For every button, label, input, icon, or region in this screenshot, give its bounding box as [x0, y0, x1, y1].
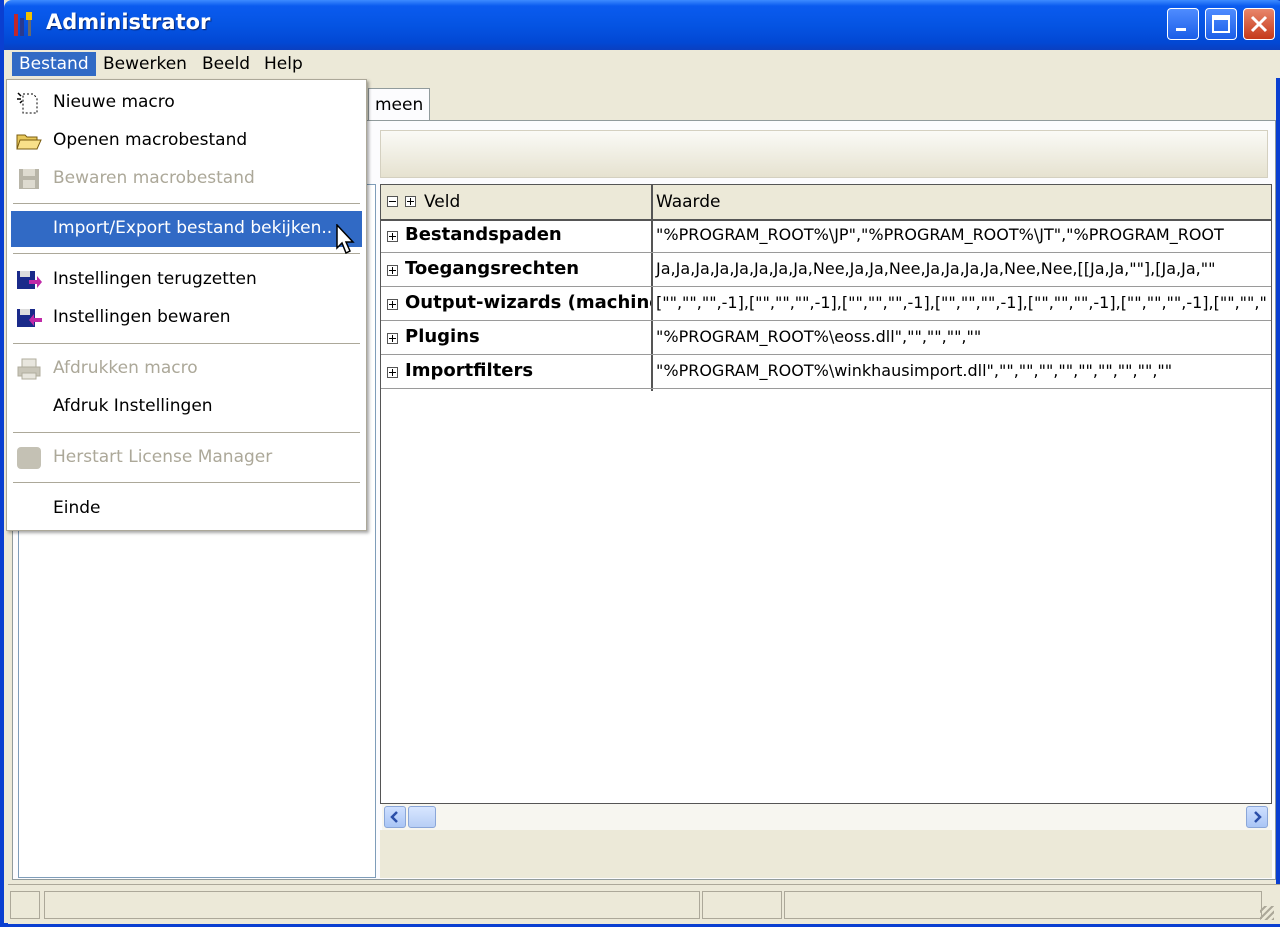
expand-all-icon[interactable]	[405, 196, 416, 207]
tab-algemeen[interactable]: meen	[368, 88, 431, 121]
status-panel-4	[784, 891, 1262, 919]
table-row[interactable]: Bestandspaden "%PROGRAM_ROOT%\JP","%PROG…	[381, 219, 1271, 253]
bestand-menu: Nieuwe macro Openen macrobestand Bewaren…	[6, 79, 367, 531]
chevron-left-icon	[390, 811, 398, 823]
status-panel-2	[44, 891, 700, 919]
menu-bewerken[interactable]: Bewerken	[96, 52, 194, 76]
menu-item-bewaren-macrobestand[interactable]: Bewaren macrobestand	[11, 161, 362, 197]
table-row[interactable]: Importfilters "%PROGRAM_ROOT%\winkhausim…	[381, 355, 1271, 389]
status-bar	[8, 884, 1280, 924]
menu-beeld[interactable]: Beeld	[195, 52, 257, 76]
toolbar-strip	[380, 130, 1268, 178]
close-icon	[1250, 15, 1268, 33]
minimize-button[interactable]	[1167, 8, 1199, 40]
menu-item-herstart-license-manager[interactable]: Herstart License Manager	[11, 440, 362, 476]
menu-item-import-export-bekijken[interactable]: Import/Export bestand bekijken..	[11, 211, 362, 247]
menu-item-openen-macrobestand[interactable]: Openen macrobestand	[11, 123, 362, 159]
scroll-thumb[interactable]	[408, 806, 436, 828]
row-field: Bestandspaden	[405, 224, 562, 245]
resize-grip[interactable]	[1260, 906, 1274, 920]
menu-item-label: Afdruk Instellingen	[53, 396, 213, 416]
menu-item-instellingen-bewaren[interactable]: Instellingen bewaren	[11, 300, 362, 336]
menu-item-label: Bewaren macrobestand	[53, 168, 255, 188]
menu-item-instellingen-terugzetten[interactable]: Instellingen terugzetten	[11, 262, 362, 298]
menu-item-label: Openen macrobestand	[53, 130, 248, 150]
scroll-left-button[interactable]	[384, 806, 406, 828]
maximize-button[interactable]	[1205, 8, 1237, 40]
chevron-right-icon	[1254, 811, 1262, 823]
row-value[interactable]: Ja,Ja,Ja,Ja,Ja,Ja,Ja,Ja,Nee,Ja,Ja,Nee,Ja…	[656, 259, 1215, 278]
expand-icon[interactable]	[387, 299, 398, 310]
menu-separator	[13, 343, 360, 347]
row-value[interactable]: "%PROGRAM_ROOT%\JP","%PROGRAM_ROOT%\JT",…	[656, 225, 1224, 244]
menu-item-label: Import/Export bestand bekijken..	[53, 218, 333, 238]
menu-help[interactable]: Help	[257, 52, 310, 76]
menu-item-label: Instellingen bewaren	[53, 307, 231, 327]
menu-separator	[13, 482, 360, 486]
app-icon	[14, 12, 32, 36]
expand-icon[interactable]	[387, 367, 398, 378]
row-value[interactable]: "%PROGRAM_ROOT%\winkhausimport.dll","","…	[656, 361, 1172, 380]
row-field: Importfilters	[405, 360, 534, 381]
save-disk-icon	[19, 169, 39, 189]
printer-icon	[17, 358, 41, 380]
menu-bar: Bestand Bewerken Beeld Help	[8, 50, 1280, 78]
license-manager-icon	[17, 447, 41, 469]
row-value[interactable]: ["","","",-1],["","","",-1],["","","",-1…	[656, 293, 1267, 312]
column-header-veld[interactable]: Veld	[424, 192, 460, 212]
row-value[interactable]: "%PROGRAM_ROOT%\eoss.dll","","","",""	[656, 327, 981, 346]
menu-separator	[13, 253, 360, 257]
menu-item-label: Nieuwe macro	[53, 92, 175, 112]
collapse-all-icon[interactable]	[387, 196, 398, 207]
maximize-icon	[1212, 15, 1230, 33]
expand-icon[interactable]	[387, 333, 398, 344]
new-macro-icon	[17, 92, 38, 114]
expand-icon[interactable]	[387, 231, 398, 242]
menu-item-afdrukken-macro[interactable]: Afdrukken macro	[11, 351, 362, 387]
close-button[interactable]	[1243, 8, 1275, 40]
title-bar[interactable]: Administrator	[4, 0, 1280, 50]
open-folder-icon	[16, 134, 42, 150]
menu-item-label: Einde	[53, 498, 101, 518]
menu-item-afdruk-instellingen[interactable]: Afdruk Instellingen	[11, 389, 362, 425]
window-title: Administrator	[46, 10, 211, 34]
column-header-waarde[interactable]: Waarde	[656, 192, 721, 212]
table-row[interactable]: Plugins "%PROGRAM_ROOT%\eoss.dll","","",…	[381, 321, 1271, 355]
row-field: Output-wizards (machinest	[405, 292, 651, 313]
menu-bestand[interactable]: Bestand	[12, 52, 96, 76]
row-field: Toegangsrechten	[405, 258, 580, 279]
status-panel-3	[702, 891, 782, 919]
grid-footer-area	[380, 830, 1272, 878]
grid-header: Veld Waarde	[381, 185, 1271, 221]
menu-item-einde[interactable]: Einde	[11, 491, 362, 527]
expand-icon[interactable]	[387, 265, 398, 276]
settings-grid: Veld Waarde Bestandspaden "%PROGRAM_ROOT…	[380, 184, 1272, 804]
menu-item-label: Afdrukken macro	[53, 358, 198, 378]
mouse-cursor-icon	[336, 224, 355, 255]
status-panel-1	[10, 891, 40, 919]
menu-separator	[13, 432, 360, 436]
save-settings-icon	[17, 309, 42, 327]
menu-item-label: Herstart License Manager	[53, 447, 273, 467]
horizontal-scrollbar[interactable]	[382, 804, 1270, 830]
table-row[interactable]: Toegangsrechten Ja,Ja,Ja,Ja,Ja,Ja,Ja,Ja,…	[381, 253, 1271, 287]
scroll-right-button[interactable]	[1246, 806, 1268, 828]
menu-separator	[13, 203, 360, 207]
table-row[interactable]: Output-wizards (machinest ["","","",-1],…	[381, 287, 1271, 321]
menu-item-nieuwe-macro[interactable]: Nieuwe macro	[11, 85, 362, 121]
minimize-icon	[1176, 28, 1186, 31]
row-field: Plugins	[405, 326, 480, 347]
menu-item-label: Instellingen terugzetten	[53, 269, 257, 289]
restore-settings-icon	[17, 271, 42, 289]
